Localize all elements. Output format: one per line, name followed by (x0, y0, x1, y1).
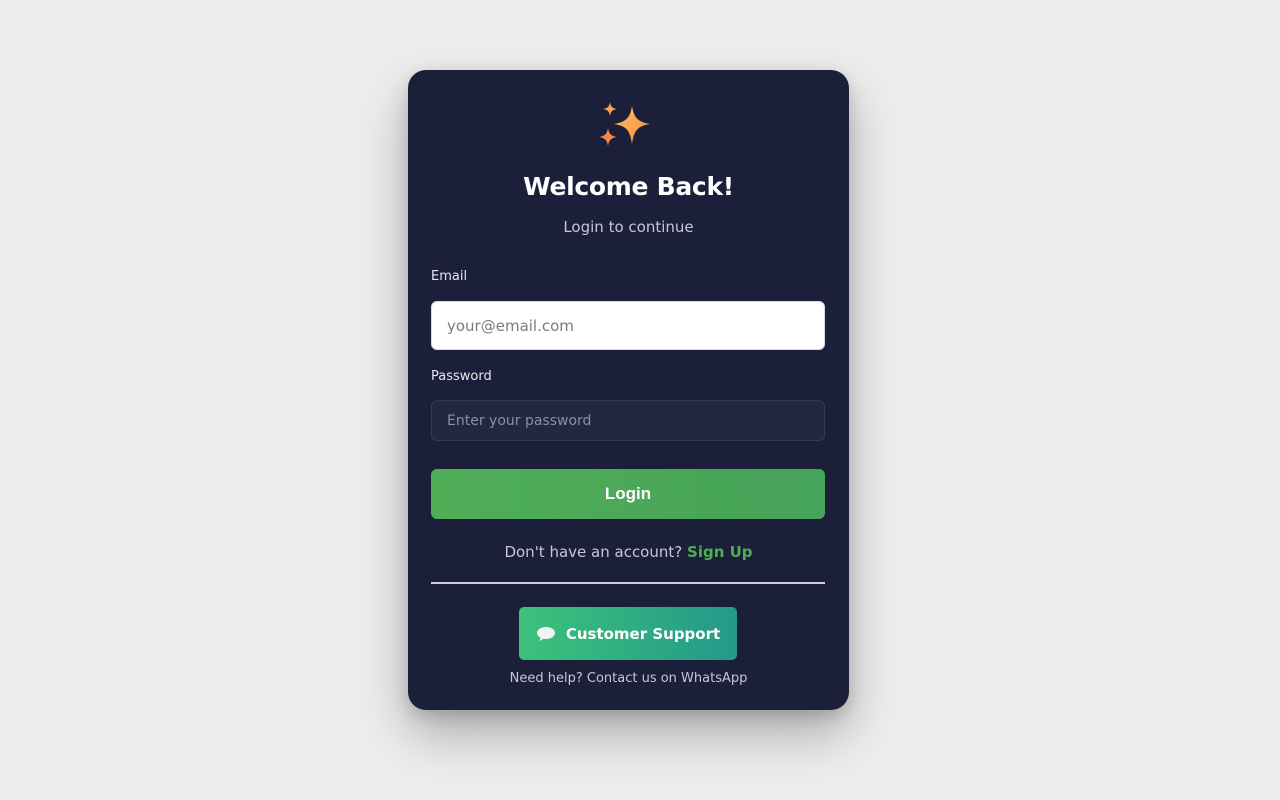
page-title: Welcome Back! (523, 172, 734, 201)
signup-prompt-text: Don't have an account? (504, 543, 683, 561)
help-text: Need help? Contact us on WhatsApp (509, 671, 748, 686)
signup-link[interactable]: Sign Up (687, 543, 753, 561)
email-field[interactable] (431, 301, 825, 350)
sparkles-icon (599, 102, 650, 146)
divider (431, 582, 825, 584)
login-card: Welcome Back! Login to continue Email Pa… (408, 70, 849, 710)
customer-support-button[interactable]: Customer Support (519, 607, 737, 660)
page-subtitle: Login to continue (563, 218, 694, 236)
login-button[interactable]: Login (431, 469, 825, 519)
password-label: Password (431, 369, 492, 384)
email-label: Email (431, 269, 468, 284)
signup-prompt-line: Don't have an account? Sign Up (408, 543, 849, 561)
customer-support-label: Customer Support (565, 624, 721, 643)
password-field[interactable] (431, 400, 825, 441)
chat-bubble-icon (536, 626, 555, 641)
